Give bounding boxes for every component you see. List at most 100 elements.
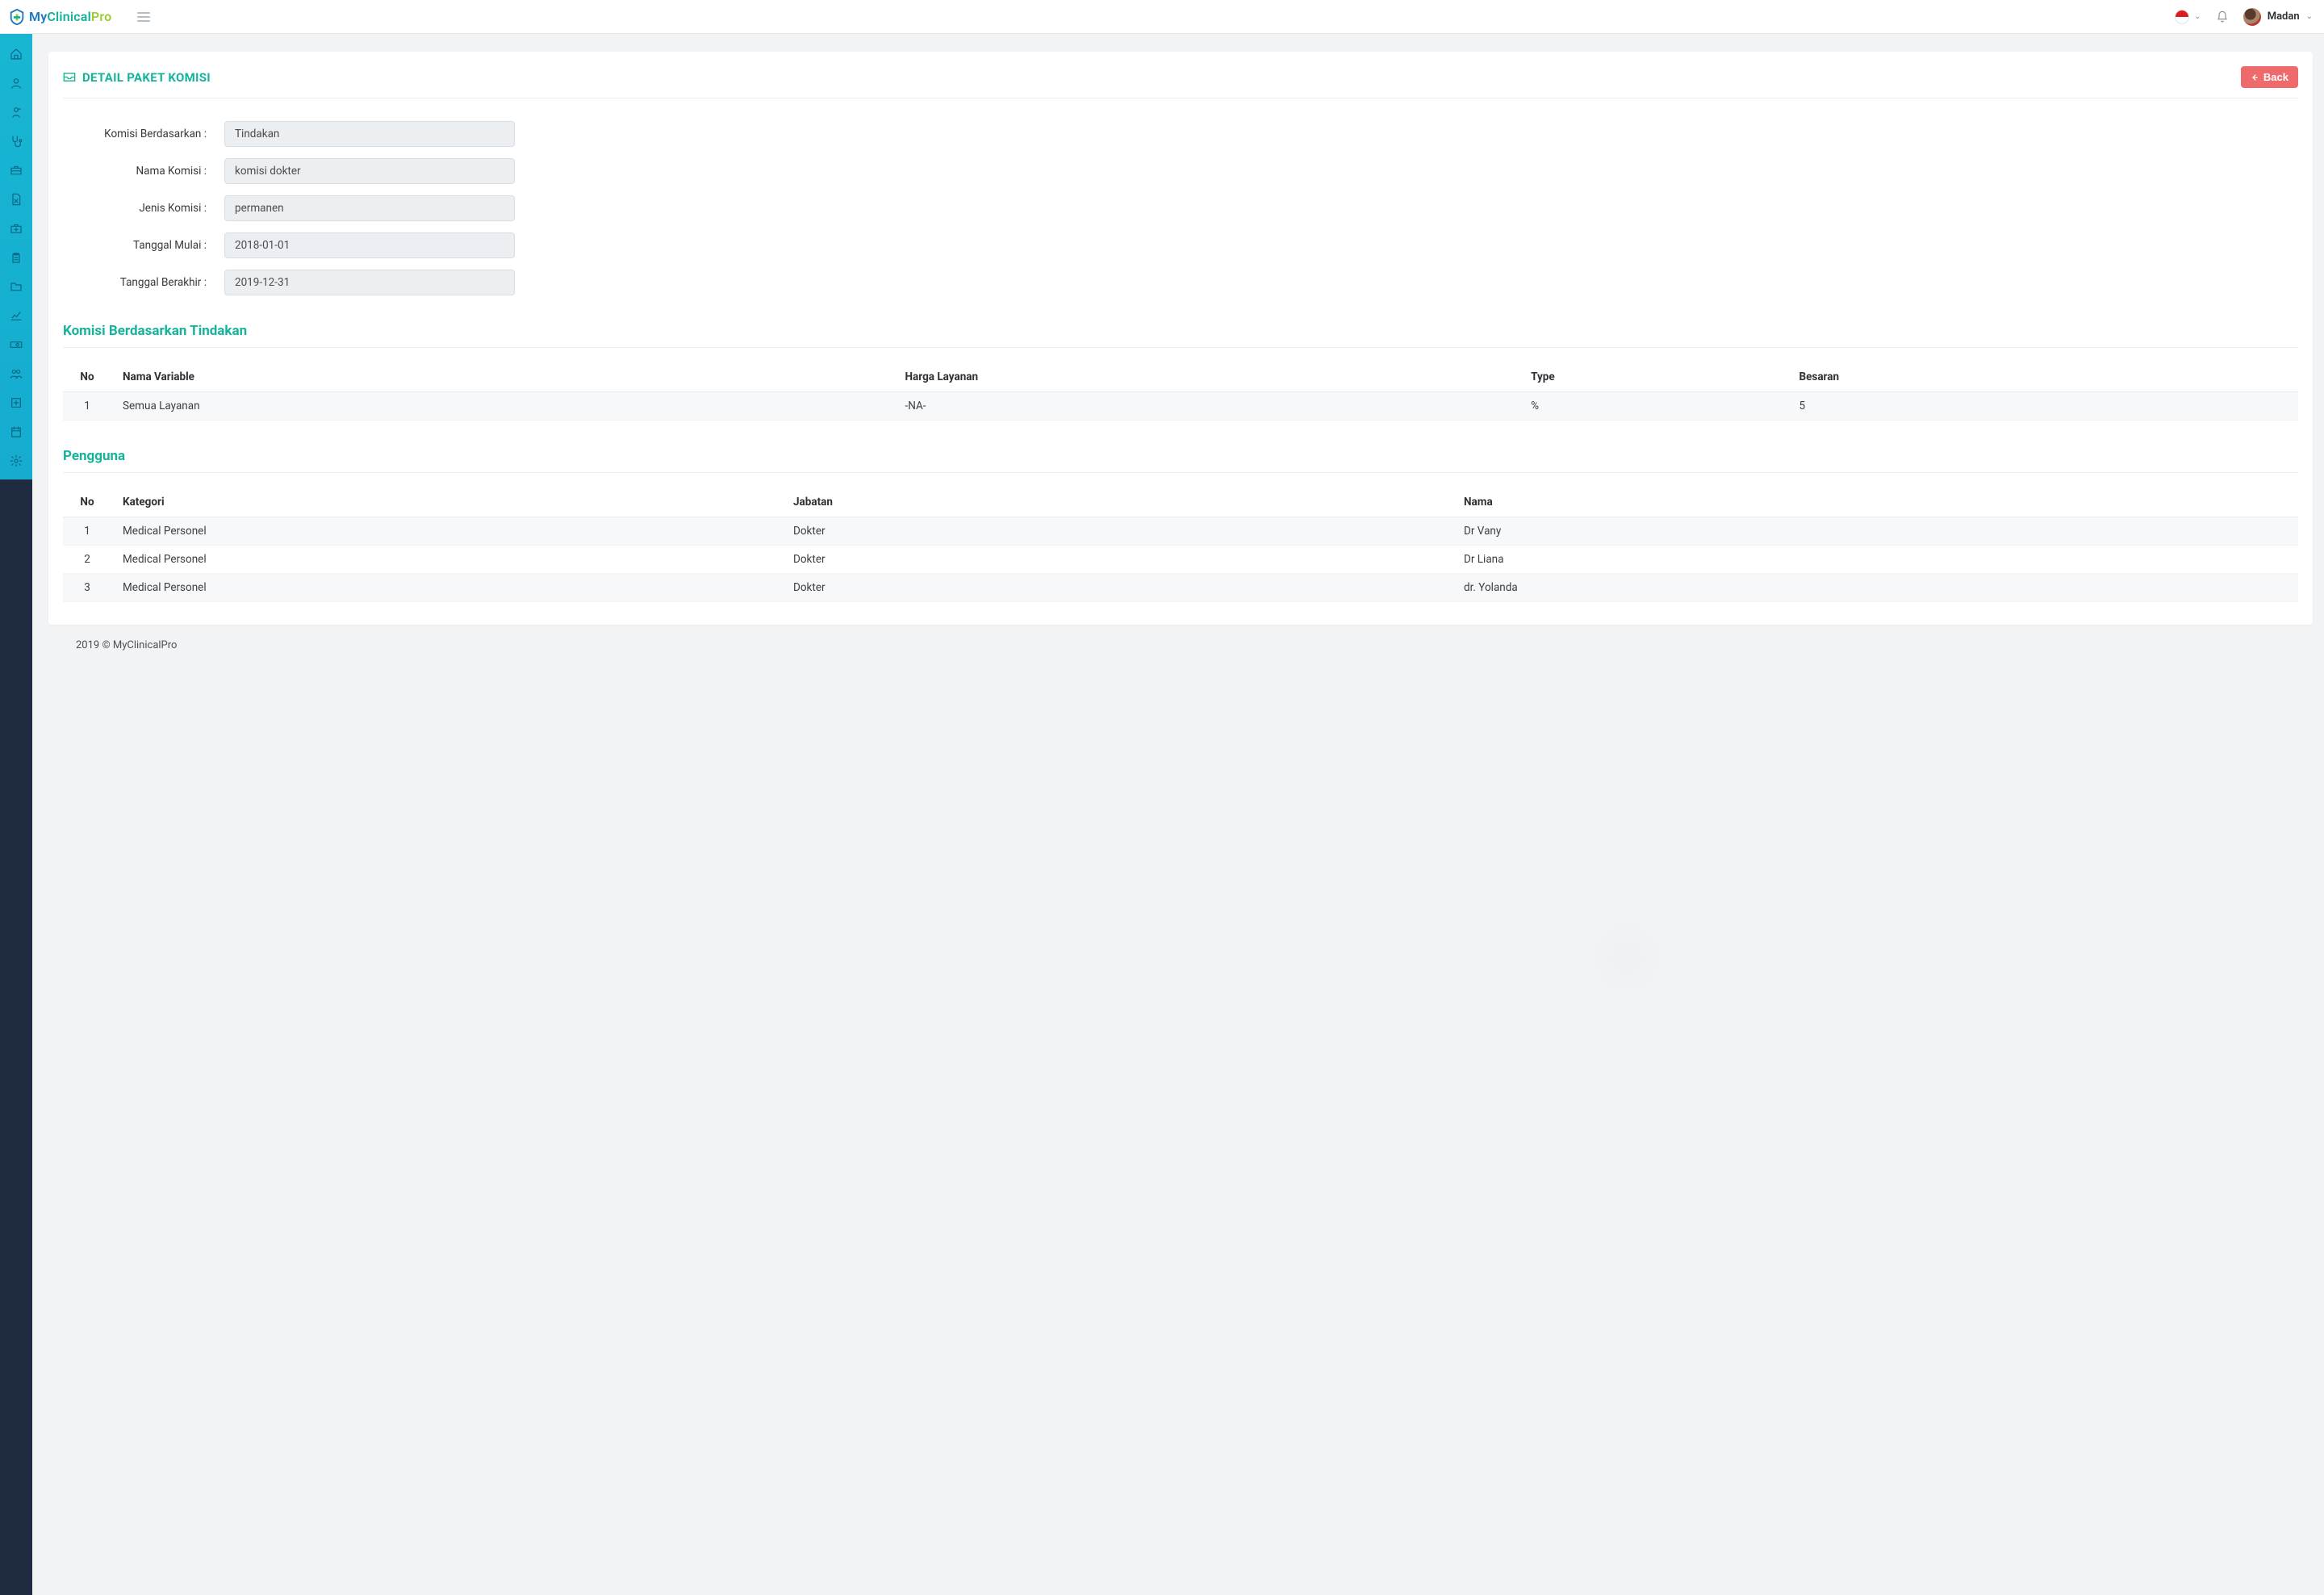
section-title-pengguna: Pengguna [63, 448, 2298, 464]
footer-text: 2019 © MyClinicalPro [48, 625, 2313, 664]
cell-type: % [1519, 392, 1787, 421]
form-value: 2019-12-31 [224, 270, 515, 295]
cash-icon [10, 338, 23, 351]
sidebar-item-medkit[interactable] [0, 215, 32, 242]
chevron-down-icon: ⌄ [2306, 12, 2313, 21]
user-menu[interactable]: Madan ⌄ [2243, 8, 2313, 26]
folder-icon [10, 280, 23, 293]
cell-jabatan: Dokter [782, 546, 1452, 574]
form-label: Komisi Berdasarkan : [63, 128, 224, 140]
inbox-icon [63, 72, 76, 82]
cell-nama: Dr Vany [1452, 517, 2298, 546]
home-icon [10, 48, 23, 61]
section-title-tindakan: Komisi Berdasarkan Tindakan [63, 323, 2298, 339]
th-harga: Harga Layanan [894, 362, 1520, 392]
th-no: No [63, 362, 111, 392]
form-row: Nama Komisi :komisi dokter [63, 158, 515, 184]
user-icon [10, 77, 23, 90]
stethoscope-icon [10, 135, 23, 148]
sidebar-toggle[interactable] [137, 12, 150, 22]
cell-no: 1 [63, 517, 111, 546]
cell-nama: dr. Yolanda [1452, 574, 2298, 602]
flag-icon [2175, 10, 2189, 24]
sidebar-item-calendar[interactable] [0, 418, 32, 446]
sidebar [0, 34, 32, 1595]
sidebar-item-folder[interactable] [0, 273, 32, 300]
form-label: Tanggal Mulai : [63, 239, 224, 252]
th-besaran: Besaran [1787, 362, 2298, 392]
sidebar-item-stethoscope[interactable] [0, 128, 32, 155]
chevron-down-icon: ⌄ [2194, 12, 2201, 21]
sidebar-item-cash[interactable] [0, 331, 32, 358]
th-no: No [63, 488, 111, 517]
cell-jabatan: Dokter [782, 574, 1452, 602]
arrow-left-icon [2251, 73, 2259, 82]
patient-icon [10, 106, 23, 119]
notifications-icon[interactable] [2216, 10, 2229, 23]
cell-no: 3 [63, 574, 111, 602]
th-nama: Nama Variable [111, 362, 894, 392]
calendar-icon [10, 425, 23, 438]
avatar [2243, 8, 2261, 26]
logo-icon [8, 8, 26, 26]
medkit-icon [10, 222, 23, 235]
user-name: Madan [2268, 10, 2300, 23]
cell-harga: -NA- [894, 392, 1520, 421]
cell-nama: Dr Liana [1452, 546, 2298, 574]
logo-text: MyClinicalPro [29, 9, 111, 24]
cell-no: 1 [63, 392, 111, 421]
topbar: MyClinicalPro ⌄ Madan ⌄ [0, 0, 2324, 34]
app-logo[interactable]: MyClinicalPro [8, 8, 111, 26]
sidebar-item-plus-box[interactable] [0, 389, 32, 417]
briefcase-icon [10, 164, 23, 177]
language-switcher[interactable]: ⌄ [2175, 10, 2201, 24]
plus-box-icon [10, 396, 23, 409]
form-row: Tanggal Berakhir :2019-12-31 [63, 270, 515, 295]
cell-nama: Semua Layanan [111, 392, 894, 421]
tindakan-table: No Nama Variable Harga Layanan Type Besa… [63, 362, 2298, 421]
sidebar-item-user[interactable] [0, 69, 32, 97]
form-label: Tanggal Berakhir : [63, 276, 224, 289]
sidebar-item-gear[interactable] [0, 447, 32, 475]
form-label: Jenis Komisi : [63, 202, 224, 215]
th-nama: Nama [1452, 488, 2298, 517]
gear-icon [10, 454, 23, 467]
sidebar-item-people[interactable] [0, 360, 32, 387]
back-button-label: Back [2263, 71, 2288, 83]
table-row: 1Semua Layanan-NA-%5 [63, 392, 2298, 421]
sidebar-item-home[interactable] [0, 40, 32, 68]
form-value: permanen [224, 195, 515, 221]
cell-besaran: 5 [1787, 392, 2298, 421]
cell-jabatan: Dokter [782, 517, 1452, 546]
th-type: Type [1519, 362, 1787, 392]
form-value: Tindakan [224, 121, 515, 147]
form-row: Jenis Komisi :permanen [63, 195, 515, 221]
sidebar-spacer [0, 479, 32, 1595]
form-row: Tanggal Mulai :2018-01-01 [63, 232, 515, 258]
divider [63, 347, 2298, 348]
file-x-icon [10, 193, 23, 206]
cell-kategori: Medical Personel [111, 546, 782, 574]
sidebar-item-briefcase[interactable] [0, 157, 32, 184]
cell-kategori: Medical Personel [111, 574, 782, 602]
form-row: Komisi Berdasarkan :Tindakan [63, 121, 515, 147]
sidebar-item-patient[interactable] [0, 98, 32, 126]
table-row: 2Medical PersonelDokterDr Liana [63, 546, 2298, 574]
form-value: 2018-01-01 [224, 232, 515, 258]
form-value: komisi dokter [224, 158, 515, 184]
cell-kategori: Medical Personel [111, 517, 782, 546]
sidebar-item-file-x[interactable] [0, 186, 32, 213]
clipboard-icon [10, 251, 23, 264]
people-icon [10, 367, 23, 380]
back-button[interactable]: Back [2241, 66, 2298, 88]
detail-card: DETAIL PAKET KOMISI Back Komisi Berdasar… [48, 52, 2313, 625]
chart-line-icon [10, 309, 23, 322]
divider [63, 472, 2298, 473]
form-label: Nama Komisi : [63, 165, 224, 178]
cell-no: 2 [63, 546, 111, 574]
th-jabatan: Jabatan [782, 488, 1452, 517]
table-row: 3Medical PersonelDokterdr. Yolanda [63, 574, 2298, 602]
sidebar-item-clipboard[interactable] [0, 244, 32, 271]
page-title: DETAIL PAKET KOMISI [63, 70, 211, 85]
sidebar-item-chart-line[interactable] [0, 302, 32, 329]
